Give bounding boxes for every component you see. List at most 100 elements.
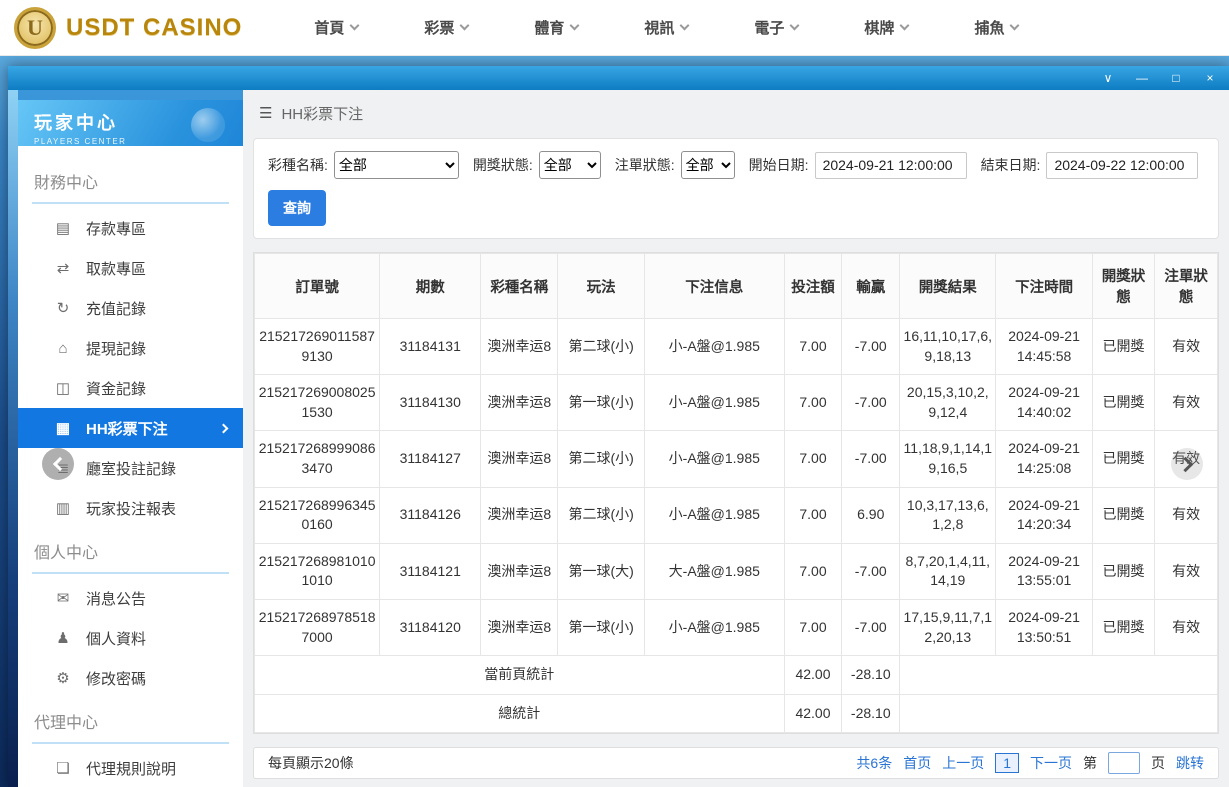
current-page[interactable]: 1 [995, 753, 1019, 774]
search-button[interactable]: 查詢 [268, 190, 326, 226]
profile-icon: ♟ [56, 630, 70, 647]
chevron-down-icon [349, 20, 360, 31]
cell-bet-info: 大-A盤@1.985 [643, 542, 785, 600]
cell-draw-result: 10,3,17,13,6,1,2,8 [899, 486, 997, 544]
cell-play-type: 第二球(小) [557, 317, 645, 376]
chevron-down-icon [679, 20, 690, 31]
sidebar-item-hh-lottery-bets[interactable]: ▦ HH彩票下注 [18, 408, 243, 448]
window-body: 玩家中心 PLAYERS CENTER 財務中心 ▤ 存款專區 ⇄ 取款專區 ↻… [8, 90, 1229, 787]
cell-order-status: 有效 [1154, 486, 1218, 544]
sidebar-item-profile[interactable]: ♟ 個人資料 [18, 618, 243, 658]
sidebar-item-agent-rules[interactable]: ❏ 代理規則說明 [18, 748, 243, 787]
order-status-label: 注單狀態: [614, 157, 675, 173]
player-report-icon: ▥ [55, 500, 71, 517]
sidebar-item-change-password[interactable]: ⚙ 修改密碼 [18, 658, 243, 698]
cell-bet-amount: 7.00 [783, 374, 843, 432]
cell-bet-time: 2024-09-21 14:25:08 [995, 430, 1093, 488]
sidebar-item-label: 存款專區 [86, 220, 147, 238]
player-center-window: ∨ — □ × 玩家中心 PLAYERS CENTER 財務中心 ▤ 存款專區 … [8, 66, 1229, 787]
filter-row: 彩種名稱: 全部 開獎狀態: 全部 注單狀態: 全部 開始日期: 2024-09… [268, 151, 1204, 179]
sidebar-item-deposit[interactable]: ▤ 存款專區 [18, 208, 243, 248]
end-date-label: 結束日期: [980, 157, 1041, 173]
nav-item-live[interactable]: 視訊 [644, 17, 690, 38]
pager-controls: 共6条 首页 上一页 1 下一页 第 页 跳转 [856, 752, 1204, 775]
cell-lottery-name: 澳洲幸运8 [480, 317, 559, 376]
nav-item-home[interactable]: 首頁 [314, 17, 360, 38]
filter-panel: 彩種名稱: 全部 開獎狀態: 全部 注單狀態: 全部 開始日期: 2024-09… [253, 138, 1219, 239]
cell-order-number: 2152172689963450160 [253, 486, 381, 544]
cell-order-number: 2152172690080251530 [253, 374, 381, 432]
end-date-input[interactable] [1046, 151, 1199, 179]
cell-play-type: 第二球(小) [557, 430, 645, 488]
sidebar-item-recharge-record[interactable]: ↻ 充值記錄 [18, 288, 243, 328]
window-collapse-icon[interactable]: ∨ [1101, 71, 1115, 85]
window-titlebar: ∨ — □ × [8, 66, 1229, 90]
nav-item-fishing[interactable]: 捕魚 [974, 17, 1020, 38]
col-draw-result: 開獎結果 [899, 253, 997, 319]
cell-draw-status: 已開獎 [1091, 430, 1156, 488]
nav-item-lottery[interactable]: 彩票 [424, 17, 470, 38]
nav-item-cards[interactable]: 棋牌 [864, 17, 910, 38]
cell-period: 31184131 [379, 317, 482, 376]
order-status-select[interactable]: 全部 [680, 151, 735, 179]
cell-bet-amount: 7.00 [783, 430, 843, 488]
page-prefix-label: 第 [1083, 755, 1097, 772]
recharge-record-icon: ↻ [56, 300, 70, 317]
window-close-icon[interactable]: × [1203, 71, 1217, 85]
cell-draw-status: 已開獎 [1091, 542, 1156, 600]
cell-order-status: 有效 [1154, 598, 1218, 657]
sidebar-item-funds-record[interactable]: ◫ 資金記錄 [18, 368, 243, 408]
jump-link[interactable]: 跳转 [1176, 753, 1204, 773]
page-summary-label: 當前頁統計 [254, 655, 785, 695]
start-date-input[interactable] [814, 151, 967, 179]
col-order-number: 訂單號 [253, 253, 381, 319]
cell-bet-time: 2024-09-21 14:40:02 [995, 374, 1093, 432]
nav-label: 棋牌 [864, 20, 895, 37]
first-page-link[interactable]: 首页 [903, 753, 931, 773]
nav-label: 首頁 [314, 20, 345, 37]
cell-lottery-name: 澳洲幸运8 [480, 542, 559, 600]
page-jump-input[interactable] [1108, 752, 1140, 775]
sidebar-item-player-report[interactable]: ▥ 玩家投注報表 [18, 488, 243, 528]
site-top-nav: U USDT CASINO 首頁 彩票 體育 視訊 電子 棋牌 捕魚 [0, 0, 1229, 56]
cell-bet-time: 2024-09-21 13:50:51 [995, 598, 1093, 657]
prev-page-link[interactable]: 上一页 [942, 753, 984, 773]
cell-bet-amount: 7.00 [783, 598, 843, 657]
table-row: 2152172689785187000 31184120 澳洲幸运8 第一球(小… [253, 598, 1218, 657]
cell-draw-result: 11,18,9,1,14,19,16,5 [899, 430, 997, 488]
cell-lottery-name: 澳洲幸运8 [480, 486, 559, 544]
sidebar-item-withdraw[interactable]: ⇄ 取款專區 [18, 248, 243, 288]
brand-name: USDT CASINO [66, 13, 243, 41]
sidebar-item-announcements[interactable]: ✉ 消息公告 [18, 578, 243, 618]
main-panel: ☰ HH彩票下注 彩種名稱: 全部 開獎狀態: 全部 注單狀態: 全部 開始日期… [243, 90, 1229, 787]
cell-order-number: 2152172690115879130 [253, 317, 381, 376]
cell-win-loss: 6.90 [841, 486, 901, 544]
main-content: 彩種名稱: 全部 開獎狀態: 全部 注單狀態: 全部 開始日期: 2024-09… [243, 136, 1229, 787]
chevron-down-icon [569, 20, 580, 31]
section-agent-center: 代理中心 [32, 700, 229, 744]
sidebar-item-label: 充值記錄 [86, 300, 147, 318]
window-minimize-icon[interactable]: — [1135, 71, 1149, 85]
window-maximize-icon[interactable]: □ [1169, 71, 1183, 85]
page-suffix-label: 页 [1151, 755, 1165, 772]
cell-lottery-name: 澳洲幸运8 [480, 430, 559, 488]
chevron-down-icon [459, 20, 470, 31]
draw-status-select[interactable]: 全部 [538, 151, 601, 179]
carousel-right-arrow[interactable] [1171, 448, 1203, 480]
withdrawal-record-icon: ⌂ [58, 339, 68, 357]
chevron-down-icon [1010, 20, 1020, 31]
sidebar-item-withdrawal-record[interactable]: ⌂ 提現記錄 [18, 328, 243, 368]
hamburger-icon[interactable]: ☰ [259, 104, 272, 122]
brand-logo-icon[interactable]: U [14, 6, 56, 49]
window-left-gutter [8, 90, 18, 787]
grand-summary-empty [899, 693, 1218, 734]
next-page-link[interactable]: 下一页 [1030, 753, 1072, 773]
nav-item-slots[interactable]: 電子 [754, 17, 800, 38]
nav-item-sports[interactable]: 體育 [534, 17, 580, 38]
cell-draw-result: 17,15,9,11,7,12,20,13 [899, 598, 997, 657]
carousel-left-arrow[interactable] [42, 448, 74, 480]
cell-draw-status: 已開獎 [1091, 374, 1156, 432]
sidebar: 玩家中心 PLAYERS CENTER 財務中心 ▤ 存款專區 ⇄ 取款專區 ↻… [18, 90, 243, 787]
lottery-name-select[interactable]: 全部 [333, 151, 459, 179]
cell-order-number: 2152172689810101010 [253, 542, 381, 600]
